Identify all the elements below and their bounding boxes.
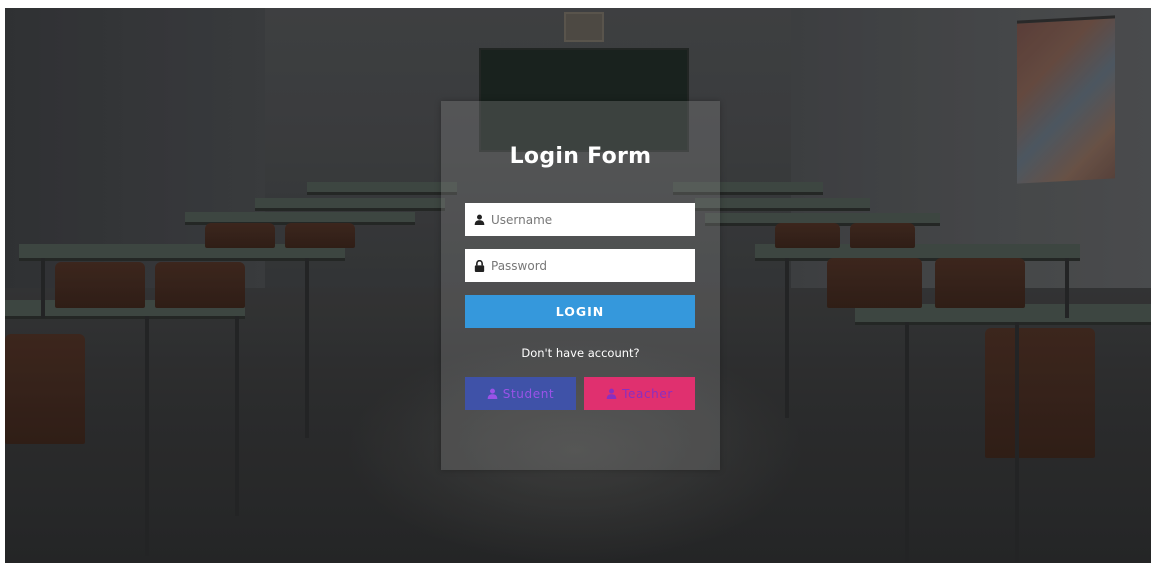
username-field[interactable] bbox=[465, 203, 695, 236]
form-title: Login Form bbox=[509, 144, 652, 169]
user-icon bbox=[487, 388, 498, 399]
lock-icon bbox=[474, 259, 485, 272]
login-page: Login Form LOGIN Don't have account? Stu… bbox=[5, 8, 1151, 563]
login-form: Login Form LOGIN Don't have account? Stu… bbox=[441, 101, 720, 470]
user-icon bbox=[474, 214, 485, 225]
student-register-button[interactable]: Student bbox=[465, 377, 576, 410]
teacher-button-label: Teacher bbox=[622, 386, 673, 401]
user-icon bbox=[606, 388, 617, 399]
no-account-text: Don't have account? bbox=[521, 346, 640, 360]
student-button-label: Student bbox=[502, 386, 555, 401]
password-field[interactable] bbox=[465, 249, 695, 282]
login-button[interactable]: LOGIN bbox=[465, 295, 695, 328]
username-input[interactable] bbox=[491, 212, 681, 227]
password-input[interactable] bbox=[491, 258, 681, 273]
teacher-register-button[interactable]: Teacher bbox=[584, 377, 695, 410]
